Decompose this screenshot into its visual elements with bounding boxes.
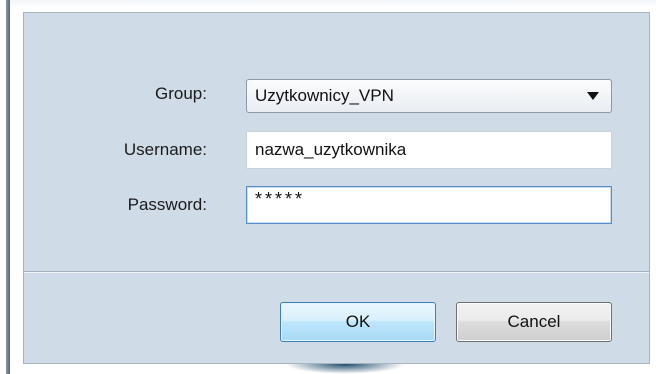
login-dialog: Group: Uzytkownicy_VPN Username: nazwa_u… bbox=[23, 12, 650, 364]
password-label: Password: bbox=[127, 195, 207, 214]
background-shadow bbox=[285, 364, 405, 374]
password-value: ***** bbox=[255, 188, 306, 209]
group-label: Group: bbox=[155, 84, 207, 103]
username-label: Username: bbox=[123, 140, 207, 159]
cancel-button[interactable]: Cancel bbox=[456, 302, 612, 342]
button-separator bbox=[24, 271, 649, 273]
chevron-down-icon[interactable] bbox=[587, 92, 599, 100]
group-select-value: Uzytkownicy_VPN bbox=[255, 86, 394, 105]
ok-button[interactable]: OK bbox=[280, 302, 436, 342]
group-select[interactable]: Uzytkownicy_VPN bbox=[246, 79, 612, 113]
ok-button-label: OK bbox=[345, 312, 371, 331]
window-frame-top bbox=[10, 0, 656, 8]
window-frame-edge bbox=[6, 0, 10, 374]
password-field[interactable]: ***** bbox=[246, 186, 612, 224]
screen: Group: Uzytkownicy_VPN Username: nazwa_u… bbox=[0, 0, 656, 374]
username-value: nazwa_uzytkownika bbox=[255, 140, 407, 159]
username-field[interactable]: nazwa_uzytkownika bbox=[246, 131, 612, 169]
cancel-button-label: Cancel bbox=[507, 312, 561, 331]
